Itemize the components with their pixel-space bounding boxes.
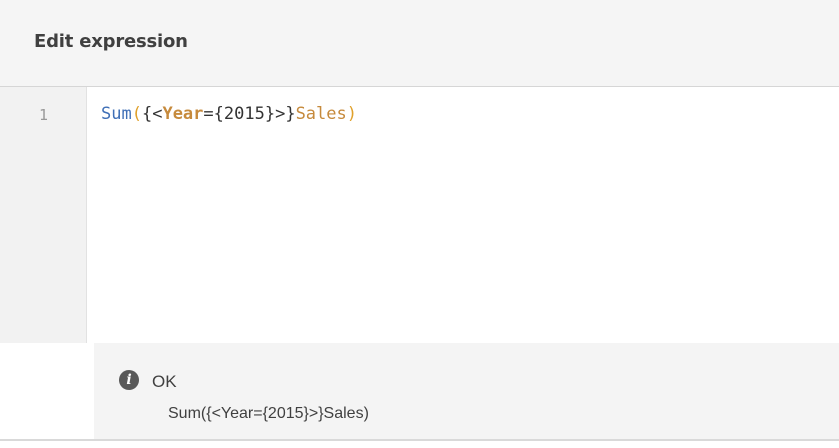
- token-close-paren: ): [346, 104, 357, 124]
- line-number-gutter: 1: [0, 87, 87, 343]
- token-close-set: >}: [275, 104, 296, 124]
- token-open-set: {<: [141, 104, 163, 124]
- token-function: Sum: [101, 104, 132, 124]
- line-number: 1: [39, 106, 49, 124]
- expression-result: Sum({<Year={2015}>}Sales): [168, 405, 369, 422]
- token-field: Year: [162, 104, 204, 124]
- token-open-paren: (: [131, 104, 142, 124]
- status-text: OK: [152, 372, 177, 391]
- info-icon: i: [119, 370, 139, 390]
- dialog-title: Edit expression: [34, 31, 188, 52]
- expression-status-panel: i OK Sum({<Year={2015}>}Sales): [94, 343, 839, 439]
- expression-editor[interactable]: 1 Sum({<Year={2015}>}Sales): [0, 87, 839, 343]
- dialog-header: Edit expression: [0, 0, 839, 87]
- bottom-divider: [0, 439, 839, 441]
- token-value: {2015}: [213, 104, 276, 124]
- token-measure: Sales: [295, 104, 347, 124]
- code-line[interactable]: Sum({<Year={2015}>}Sales): [101, 104, 357, 124]
- token-assign: =: [203, 104, 214, 124]
